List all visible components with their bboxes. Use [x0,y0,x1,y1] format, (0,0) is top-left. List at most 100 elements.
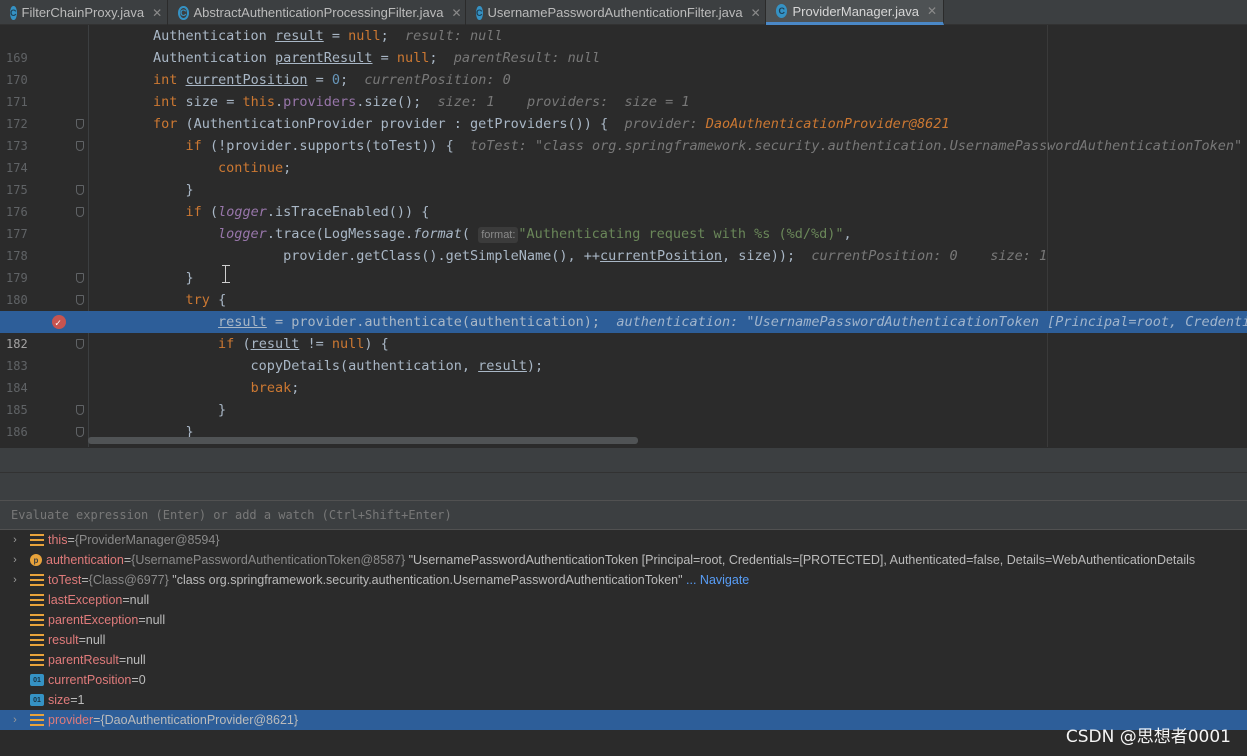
code-text: if (!provider.supports(toTest)) { toTest… [185,138,1243,154]
evaluate-expression-input[interactable] [0,501,1247,529]
code-text: result = provider.authenticate(authentic… [88,311,1247,333]
fold-marker-icon[interactable] [76,273,84,283]
class-icon: C [10,5,17,20]
inline-debug-hint: provider: [624,116,706,132]
tab-providermanager[interactable]: C ProviderManager.java ✕ [766,0,944,25]
field-icon [30,654,44,666]
variable-value: "UsernamePasswordAuthenticationToken [Pr… [408,553,1196,567]
breakpoint-icon[interactable] [52,313,66,335]
fold-marker-icon[interactable] [76,185,84,195]
variable-value: 0 [138,673,146,687]
tab-abstractauthenticationprocessingfilter[interactable]: C AbstractAuthenticationProcessingFilter… [168,0,466,25]
code-text: break; [250,380,300,396]
inline-debug-hint: result: null [405,28,503,44]
debug-panel-header [0,473,1247,500]
code-text: copyDetails(authentication, result); [88,358,544,374]
variable-name: size [48,693,71,707]
inline-debug-value: DaoAuthenticationProvider@8621 [705,116,950,132]
variable-row-parentresult[interactable]: parentResult = null [0,650,1247,670]
code-line[interactable]: 184 copyDetails(authentication, result); [0,355,1247,395]
fold-marker-icon[interactable] [76,427,84,437]
inline-debug-hint: currentPosition: 0 [364,72,511,88]
variable-value: null [145,613,166,627]
field-icon [30,614,44,626]
code-text: Authentication parentResult = null; pare… [88,50,601,66]
code-text: continue; [218,160,292,176]
code-line[interactable]: 181 try { [0,289,1247,329]
variable-row-currentposition[interactable]: 01 currentPosition = 0 [0,670,1247,690]
equals-sign: = [78,633,86,647]
equals-sign: = [67,533,75,547]
code-editor[interactable]: 169 Authentication result = null; result… [0,25,1247,447]
chevron-right-icon[interactable]: › [8,554,22,566]
variable-name: toTest [48,573,82,587]
code-line[interactable]: 169 Authentication result = null; result… [0,25,1247,65]
inline-debug-hint: toTest: "class org.springframework.secur… [470,138,1243,154]
variables-tree: › this = {ProviderManager@8594} › p auth… [0,530,1247,756]
csdn-watermark: CSDN @思想者0001 [1065,727,1231,747]
variable-row-size[interactable]: 01 size = 1 [0,690,1247,710]
chevron-right-icon[interactable]: › [8,534,22,546]
navigate-link[interactable]: ... Navigate [686,573,749,587]
variable-row-totest[interactable]: › toTest = {Class@6977} "class org.sprin… [0,570,1247,590]
code-line[interactable]: 183 if (result != null) { [0,333,1247,373]
inline-debug-hint: providers: size = 1 [526,94,690,110]
horizontal-scrollbar[interactable] [88,437,638,444]
code-line[interactable]: 186 } [0,399,1247,439]
variable-name: parentResult [48,653,119,667]
code-line[interactable]: 185 break; [0,377,1247,417]
close-icon[interactable]: ✕ [452,6,462,20]
text-cursor-icon [222,265,233,283]
fold-marker-icon[interactable] [76,119,84,129]
code-line[interactable]: 172 int size = this.providers.size(); si… [0,91,1247,131]
fold-marker-icon[interactable] [76,405,84,415]
code-line[interactable]: 177 if (logger.isTraceEnabled()) { [0,201,1247,241]
fold-marker-icon[interactable] [76,141,84,151]
code-line[interactable]: 179 provider.getClass().getSimpleName(),… [0,245,1247,285]
fold-marker-icon[interactable] [76,295,84,305]
code-line[interactable]: 175 continue; [0,157,1247,197]
variable-row-lastexception[interactable]: lastException = null [0,590,1247,610]
chevron-right-icon[interactable]: › [8,574,22,586]
code-text: for (AuthenticationProvider provider : g… [153,116,950,132]
field-icon [30,714,44,726]
inline-debug-hint: currentPosition: 0 [811,248,958,264]
code-line[interactable]: 174 if (!provider.supports(toTest)) { to… [0,135,1247,175]
variable-row-this[interactable]: › this = {ProviderManager@8594} [0,530,1247,550]
tab-filterchainproxy[interactable]: C FilterChainProxy.java ✕ [0,0,168,25]
fold-marker-icon[interactable] [76,339,84,349]
close-icon[interactable]: ✕ [152,6,162,20]
inline-debug-hint: size: 1 [437,94,495,110]
class-icon: C [476,5,483,20]
code-text: Authentication result = null; result: nu… [88,28,503,44]
code-line[interactable]: 178 logger.trace(LogMessage.format( form… [0,223,1247,263]
variable-type: {Class@6977} [88,573,169,587]
variable-row-result[interactable]: result = null [0,630,1247,650]
variable-value: null [129,593,150,607]
code-text: provider.getClass().getSimpleName(), ++c… [88,248,1048,264]
field-icon [30,534,44,546]
abstract-class-icon: C [178,5,189,20]
current-execution-line[interactable]: 182 result = provider.authenticate(authe… [0,311,1247,351]
variable-name: this [48,533,68,547]
fold-marker-icon[interactable] [76,207,84,217]
chevron-right-icon[interactable]: › [8,714,22,726]
code-line[interactable]: 180 } [0,267,1247,307]
code-line[interactable]: 173 for (AuthenticationProvider provider… [0,113,1247,153]
code-line[interactable]: 170 Authentication parentResult = null; … [0,47,1247,87]
code-line[interactable]: 171 int currentPosition = 0; currentPosi… [0,69,1247,109]
equals-sign: = [138,613,146,627]
primitive-icon: 01 [30,694,44,706]
variable-row-parentexception[interactable]: parentException = null [0,610,1247,630]
code-text: if (result != null) { [218,336,389,352]
code-line[interactable]: 176 } [0,179,1247,219]
tab-label: FilterChainProxy.java [21,5,145,20]
variable-row-provider[interactable]: › provider = {DaoAuthenticationProvider@… [0,710,1247,730]
equals-sign: = [70,693,78,707]
tab-usernamepasswordauthenticationfilter[interactable]: C UsernamePasswordAuthenticationFilter.j… [466,0,766,25]
close-icon[interactable]: ✕ [751,6,761,20]
code-text: try { [185,292,227,308]
close-icon[interactable]: ✕ [927,4,937,18]
variable-row-authentication[interactable]: › p authentication = {UsernamePasswordAu… [0,550,1247,570]
evaluate-expression-bar [0,500,1247,530]
